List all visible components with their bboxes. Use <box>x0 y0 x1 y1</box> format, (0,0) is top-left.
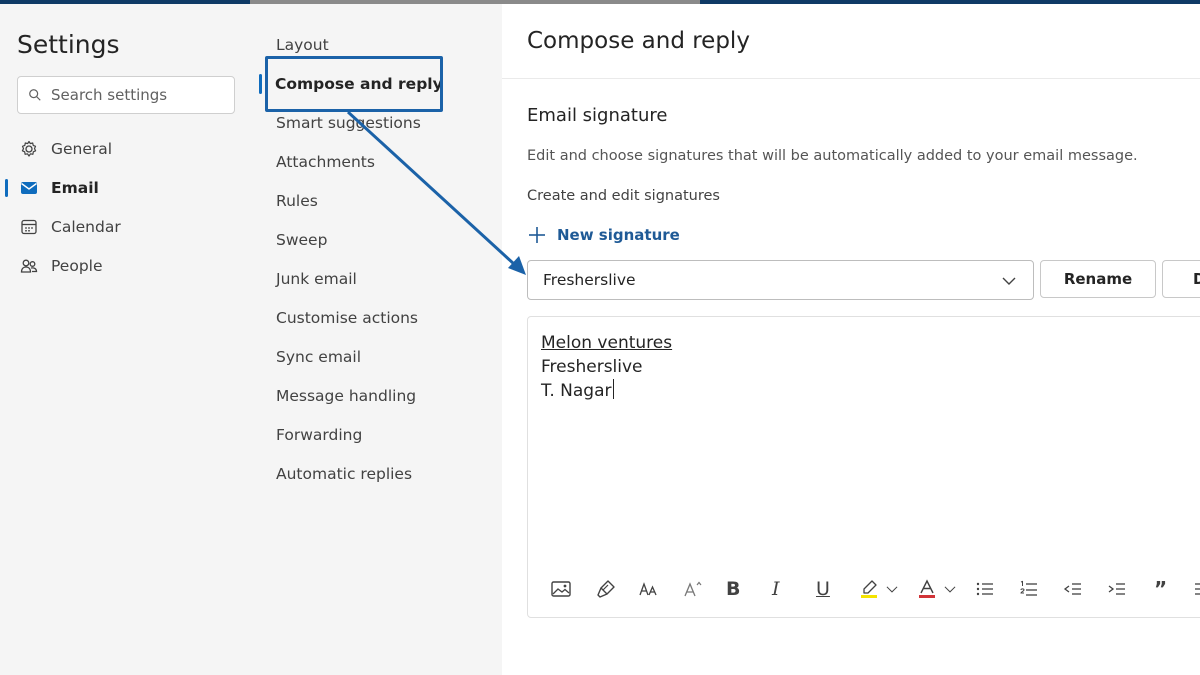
increase-indent-icon <box>1108 583 1125 595</box>
grow-font-icon <box>684 581 702 597</box>
insert-picture-button[interactable] <box>550 577 572 601</box>
font-color-dropdown[interactable] <box>942 577 958 601</box>
nav-label-email: Email <box>51 179 99 197</box>
signature-line-3: T. Nagar <box>541 381 612 401</box>
subnav-item-compose-and-reply[interactable]: Compose and reply <box>275 71 443 97</box>
subnav-item-message-handling[interactable]: Message handling <box>276 383 416 409</box>
search-settings-box[interactable] <box>17 76 235 114</box>
format-painter-button[interactable] <box>595 577 617 601</box>
gear-icon <box>21 140 37 157</box>
nav-label-calendar: Calendar <box>51 218 121 236</box>
delete-button[interactable]: D <box>1162 260 1200 298</box>
quote-button[interactable]: ” <box>1154 577 1167 601</box>
nav-item-people[interactable]: People <box>0 249 262 283</box>
selected-signature: Fresherslive <box>543 271 636 289</box>
signature-select[interactable]: Fresherslive <box>527 260 1034 300</box>
new-signature-button[interactable]: New signature <box>527 222 680 248</box>
section-title: Email signature <box>527 105 668 126</box>
font-color-icon <box>919 579 935 598</box>
chevron-down-icon <box>1002 277 1016 285</box>
people-icon <box>20 259 38 273</box>
font-size-button[interactable] <box>638 577 660 601</box>
highlight-dropdown[interactable] <box>884 577 900 601</box>
create-edit-heading: Create and edit signatures <box>527 188 720 204</box>
font-color-button[interactable] <box>916 577 938 601</box>
signature-line-1: Melon ventures <box>541 333 673 353</box>
subnav-item-attachments[interactable]: Attachments <box>276 149 375 175</box>
font-size-icon <box>639 582 657 596</box>
highlighter-icon <box>861 580 877 598</box>
align-left-icon <box>1195 583 1200 595</box>
settings-title: Settings <box>17 30 120 59</box>
signature-text[interactable]: Melon ventures Fresherslive T. Nagar <box>541 331 672 403</box>
nav-item-general[interactable]: General <box>0 132 262 166</box>
numbering-button[interactable] <box>1018 577 1040 601</box>
new-signature-label: New signature <box>557 226 680 244</box>
underline-button[interactable]: U <box>816 577 830 601</box>
increase-indent-button[interactable] <box>1106 577 1128 601</box>
plus-icon <box>529 227 545 243</box>
main-header: Compose and reply <box>502 4 1200 79</box>
subnav-item-smart-suggestions[interactable]: Smart suggestions <box>276 110 421 136</box>
search-settings-input[interactable] <box>51 86 221 104</box>
nav-item-calendar[interactable]: Calendar <box>0 210 262 244</box>
chevron-down-icon <box>944 586 956 593</box>
italic-button[interactable]: I <box>772 577 780 601</box>
signature-line-3-wrap: T. Nagar <box>541 379 672 403</box>
bullets-button[interactable] <box>974 577 996 601</box>
section-description: Edit and choose signatures that will be … <box>527 148 1138 164</box>
subnav-item-customise-actions[interactable]: Customise actions <box>276 305 418 331</box>
email-subnav: Layout Compose and reply Smart suggestio… <box>259 4 502 675</box>
subnav-item-sweep[interactable]: Sweep <box>276 227 327 253</box>
page-title: Compose and reply <box>527 28 750 54</box>
nav-item-email[interactable]: Email <box>0 171 262 205</box>
chevron-down-icon <box>886 586 898 593</box>
search-icon <box>29 89 41 101</box>
format-painter-icon <box>597 580 615 598</box>
subnav-item-rules[interactable]: Rules <box>276 188 318 214</box>
settings-main-pane: Compose and reply Email signature Edit a… <box>502 4 1200 675</box>
nav-label-people: People <box>51 257 103 275</box>
subnav-item-automatic-replies[interactable]: Automatic replies <box>276 461 412 487</box>
text-caret <box>612 379 614 399</box>
numbered-list-icon <box>1020 580 1037 596</box>
signature-line-2: Fresherslive <box>541 357 643 377</box>
settings-nav: Settings General Email Calendar People <box>0 4 262 675</box>
formatting-toolbar: B I U ” <box>528 573 1200 603</box>
image-icon <box>551 581 571 597</box>
decrease-indent-button[interactable] <box>1062 577 1084 601</box>
calendar-icon <box>21 219 37 235</box>
nav-label-general: General <box>51 140 113 158</box>
bold-button[interactable]: B <box>726 577 740 601</box>
align-button[interactable] <box>1192 577 1200 601</box>
bullet-list-icon <box>976 582 993 596</box>
subnav-item-layout[interactable]: Layout <box>276 32 329 58</box>
subnav-item-sync-email[interactable]: Sync email <box>276 344 361 370</box>
rename-button[interactable]: Rename <box>1040 260 1156 298</box>
subnav-item-forwarding[interactable]: Forwarding <box>276 422 362 448</box>
highlight-button[interactable] <box>858 577 880 601</box>
subnav-item-junk-email[interactable]: Junk email <box>276 266 357 292</box>
signature-editor[interactable]: Melon ventures Fresherslive T. Nagar B I… <box>527 316 1200 618</box>
subnav-active-indicator <box>259 74 262 94</box>
mail-icon <box>21 182 37 194</box>
active-indicator <box>5 179 8 197</box>
grow-font-button[interactable] <box>682 577 704 601</box>
decrease-indent-icon <box>1063 583 1081 595</box>
